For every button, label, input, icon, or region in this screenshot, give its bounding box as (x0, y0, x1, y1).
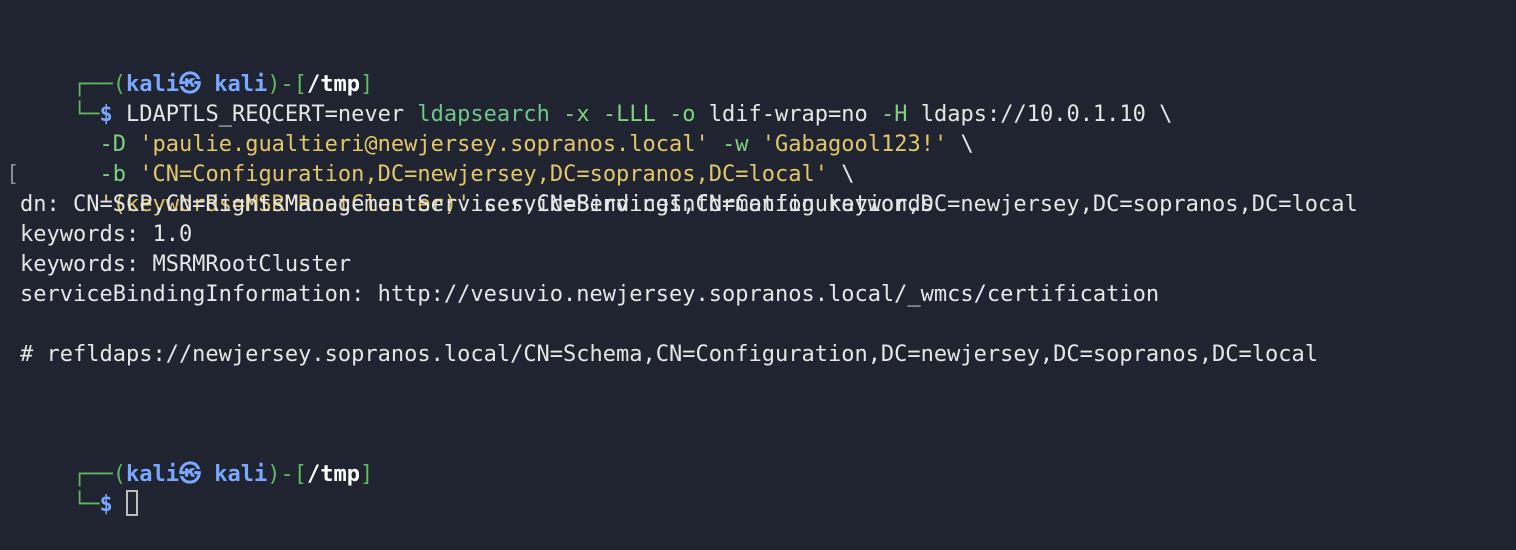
output-service-binding: serviceBindingInformation: http://vesuvi… (20, 282, 1160, 307)
output-referral: # refldaps://newjersey.sopranos.local/CN… (20, 342, 1319, 367)
output-keywords-2: keywords: MSRMRootCluster (20, 252, 352, 277)
command-line-3: -b 'CN=Configuration,DC=newjersey,DC=sop… (20, 130, 854, 187)
output-keywords-1: keywords: 1.0 (20, 222, 193, 247)
line-marker: [ (6, 162, 20, 187)
prompt-header: ┌──(kali㉿ kali)-[/tmp] (20, 430, 373, 487)
text-cursor[interactable] (125, 490, 138, 516)
terminal-window[interactable]: ┌──(kali㉿ kali)-[/tmp] └─$ LDAPTLS_REQCE… (0, 0, 1516, 528)
prompt-path: /tmp (306, 462, 360, 487)
command-line-1: └─$ LDAPTLS_REQCERT=never ldapsearch -x … (20, 70, 1172, 127)
command-line-2: -D 'paulie.gualtieri@newjersey.sopranos.… (20, 100, 973, 157)
command-continuation: \ (947, 132, 974, 157)
command-line-4: '(keywords=MSRMRootCluster)' serviceBind… (20, 160, 933, 217)
prompt-close-bracket: ] (359, 462, 374, 487)
prompt-close-paren: )-[ (267, 462, 307, 487)
output-dn: dn: CN=SCP,CN=RightsManagementServices,C… (20, 192, 1358, 217)
prompt-header: ┌──(kali㉿ kali)-[/tmp] (20, 40, 373, 97)
command-input-line[interactable]: └─$ (20, 460, 138, 517)
prompt-host: kali (214, 462, 268, 487)
prompt-dollar: $ (99, 492, 113, 517)
prompt-box-bottom: └─ (72, 492, 100, 517)
prompt-at-icon: ㉿ (178, 462, 201, 487)
